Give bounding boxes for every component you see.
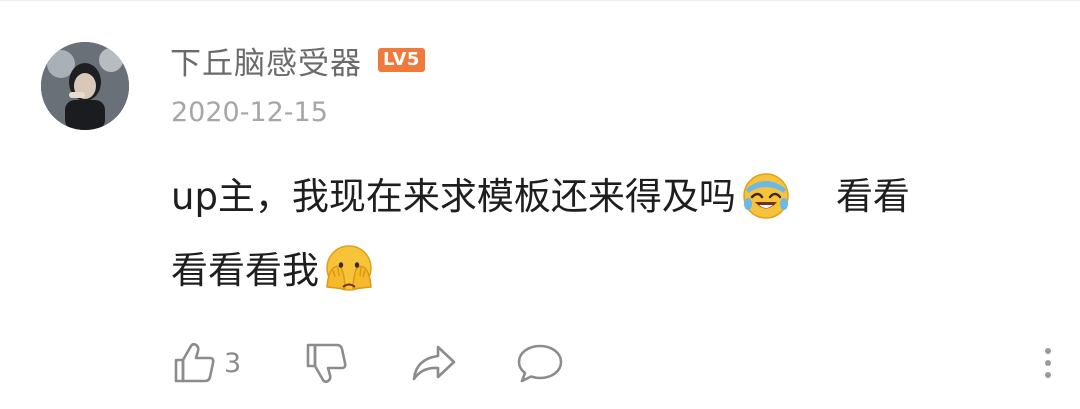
comment-item: 下丘脑感受器 LV5 2020-12-15 up主，我现在来求模板还来得及吗 看看… — [0, 0, 1080, 409]
dislike-button[interactable] — [304, 341, 350, 385]
top-divider — [0, 0, 1080, 1]
more-dot — [1045, 372, 1051, 378]
like-count: 3 — [224, 347, 242, 379]
username[interactable]: 下丘脑感受器 — [170, 38, 362, 83]
reply-bubble-icon — [517, 344, 563, 383]
comment-text-part2: 看看 — [835, 175, 910, 218]
comment-text-part3: 看看看我 — [171, 249, 319, 292]
comment-date: 2020-12-15 — [171, 97, 328, 128]
reply-button[interactable] — [516, 341, 564, 385]
avatar-image — [41, 42, 129, 130]
covering-face-emoji-icon — [323, 243, 375, 295]
thumbs-down-icon — [306, 343, 347, 384]
username-row: 下丘脑感受器 LV5 — [170, 36, 425, 84]
more-vertical-icon — [1045, 348, 1051, 354]
comment-text-part1: up主，我现在来求模板还来得及吗 — [171, 175, 736, 218]
share-button[interactable] — [410, 341, 458, 385]
level-badge: LV5 — [378, 48, 425, 72]
action-bar: 3 — [0, 335, 1080, 391]
like-button[interactable]: 3 — [172, 341, 241, 385]
more-options-button[interactable] — [1036, 339, 1060, 387]
comment-text: up主，我现在来求模板还来得及吗 看看看看看我 — [171, 160, 1041, 308]
laughing-crying-emoji-icon — [740, 169, 792, 221]
more-dot — [1045, 360, 1051, 366]
thumbs-up-icon — [174, 342, 215, 383]
share-icon — [412, 345, 456, 381]
avatar[interactable] — [41, 42, 129, 130]
